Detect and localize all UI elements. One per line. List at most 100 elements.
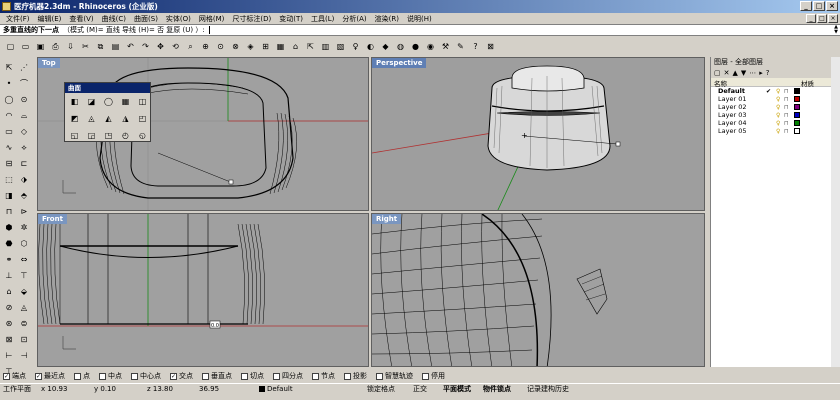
object-properties-icon[interactable]: ▧ [334, 41, 347, 54]
surface-tool-10-icon[interactable]: ◱ [67, 128, 82, 143]
left-tool-36-icon[interactable]: ⊢ [2, 348, 16, 363]
left-tool-34-icon[interactable]: ⊠ [2, 332, 16, 347]
osnap-checkbox[interactable] [273, 372, 280, 380]
layer-color-swatch[interactable] [794, 96, 800, 102]
layer-tool-3-icon[interactable]: ▼ [741, 69, 746, 77]
menu-file[interactable]: 文件(F) [2, 14, 34, 24]
undo-icon[interactable]: ↶ [124, 41, 137, 54]
menu-surface[interactable]: 曲面(S) [130, 14, 162, 24]
menu-tools[interactable]: 工具(L) [307, 14, 338, 24]
left-tool-18-icon[interactable]: ⊓ [2, 204, 16, 219]
osnap-option[interactable]: ✓ 交点 [170, 371, 193, 381]
osnap-option[interactable]: 节点 [312, 371, 335, 381]
help-icon[interactable]: ? [469, 41, 482, 54]
dims-icon[interactable]: ⊠ [484, 41, 497, 54]
column-material[interactable]: 材质 [801, 78, 814, 88]
layer-tool-6-icon[interactable]: ? [766, 69, 770, 77]
surface-palette-title[interactable]: 曲面 [65, 83, 150, 93]
left-tool-21-icon[interactable]: ✲ [17, 220, 31, 235]
layer-visible-icon[interactable]: ♀ [776, 112, 784, 119]
surface-tool-8-icon[interactable]: ◮ [118, 111, 133, 126]
command-line[interactable]: 多重直线的下一点 （模式 (M)= 直线 导线 (H)= 否 复原 (U) ）:… [0, 24, 840, 36]
material-icon[interactable]: ◆ [379, 41, 392, 54]
options-icon[interactable]: ✎ [454, 41, 467, 54]
cut-icon[interactable]: ✂ [79, 41, 92, 54]
left-tool-30-icon[interactable]: ⊘ [2, 300, 16, 315]
osnap-checkbox[interactable]: ✓ [35, 372, 42, 380]
named-view-icon[interactable]: ⌂ [289, 41, 302, 54]
zoom-window-icon[interactable]: ⊕ [199, 41, 212, 54]
zoom-extents-icon[interactable]: ⊙ [214, 41, 227, 54]
grid-icon[interactable]: ⊞ [259, 41, 272, 54]
print-icon[interactable]: ⎙ [49, 41, 62, 54]
osnap-option[interactable]: ✓ 端点 [3, 371, 26, 381]
left-tool-5-icon[interactable]: ⊙ [17, 92, 31, 107]
osnap-checkbox[interactable] [376, 372, 383, 380]
command-options[interactable]: （模式 (M)= 直线 导线 (H)= 否 复原 (U) ）: [63, 25, 205, 35]
command-scroll[interactable]: ▲ ▼ [834, 25, 838, 35]
paste-icon[interactable]: ▤ [109, 41, 122, 54]
doc-restore-button[interactable]: □ [817, 14, 827, 23]
left-tool-32-icon[interactable]: ⊛ [2, 316, 16, 331]
status-planar[interactable]: 平面模式 [440, 384, 480, 394]
left-tool-37-icon[interactable]: ⊣ [17, 348, 31, 363]
layer-lock-icon[interactable]: ⊓ [784, 112, 792, 119]
layer-color-swatch[interactable] [794, 88, 800, 94]
left-tool-20-icon[interactable]: ⬢ [2, 220, 16, 235]
viewport-title-front[interactable]: Front [38, 214, 67, 224]
left-tool-10-icon[interactable]: ∿ [2, 140, 16, 155]
viewport-perspective[interactable]: Perspective + [371, 57, 705, 211]
viewport-title-top[interactable]: Top [38, 58, 60, 68]
doc-minimize-button[interactable]: _ [806, 14, 816, 23]
left-tool-26-icon[interactable]: ⊥ [2, 268, 16, 283]
left-tool-35-icon[interactable]: ⊡ [17, 332, 31, 347]
left-tool-33-icon[interactable]: ⊜ [17, 316, 31, 331]
osnap-checkbox[interactable] [202, 372, 209, 380]
layer-tool-5-icon[interactable]: ▸ [759, 69, 763, 77]
viewport-front[interactable]: Front 0.0 [37, 213, 369, 367]
viewport-title-right[interactable]: Right [372, 214, 402, 224]
status-ortho[interactable]: 正交 [410, 384, 440, 394]
left-tool-0-icon[interactable]: ⇱ [2, 60, 16, 75]
tools-icon[interactable]: ⚒ [439, 41, 452, 54]
layer-visible-icon[interactable]: ♀ [776, 104, 784, 111]
left-tool-15-icon[interactable]: ⬗ [17, 172, 31, 187]
layer-row[interactable]: Layer 05 ♀ ⊓ [711, 127, 840, 135]
layer-row[interactable]: Layer 01 ♀ ⊓ [711, 95, 840, 103]
osnap-checkbox[interactable] [241, 372, 248, 380]
menu-render[interactable]: 渲染(R) [371, 14, 403, 24]
layer-lock-icon[interactable]: ⊓ [784, 104, 792, 111]
osnap-option[interactable]: 中点 [99, 371, 122, 381]
surface-palette[interactable]: 曲面 ◧ ◪ ◯ ▦ ◫ ◩ ◬ ◭ ◮ ◰ ◱ ◲ ◳ ◴ ◵ [64, 82, 151, 142]
osnap-option[interactable]: 停用 [422, 371, 445, 381]
left-tool-17-icon[interactable]: ⬘ [17, 188, 31, 203]
left-tool-29-icon[interactable]: ⬙ [17, 284, 31, 299]
osnap-checkbox[interactable]: ✓ [170, 372, 177, 380]
menu-help[interactable]: 说明(H) [403, 14, 436, 24]
status-osnap[interactable]: 物件锁点 [480, 384, 524, 394]
sphere-render-icon[interactable]: ◉ [424, 41, 437, 54]
osnap-checkbox[interactable] [131, 372, 138, 380]
minimize-button[interactable]: _ [800, 1, 812, 11]
menu-solid[interactable]: 实体(O) [162, 14, 195, 24]
osnap-checkbox[interactable] [312, 372, 319, 380]
left-tool-22-icon[interactable]: ⬣ [2, 236, 16, 251]
osnap-option[interactable]: 四分点 [273, 371, 303, 381]
osnap-option[interactable]: 智慧轨迹 [376, 371, 413, 381]
surface-tool-9-icon[interactable]: ◰ [135, 111, 150, 126]
surface-tool-2-icon[interactable]: ◯ [101, 94, 116, 109]
osnap-checkbox[interactable] [74, 372, 81, 380]
maximize-button[interactable]: □ [813, 1, 825, 11]
layer-visible-icon[interactable]: ♀ [776, 96, 784, 103]
layer-icon[interactable]: ▥ [319, 41, 332, 54]
layer-visible-icon[interactable]: ♀ [776, 128, 784, 135]
color-icon[interactable]: ◍ [394, 41, 407, 54]
layer-row[interactable]: Layer 04 ♀ ⊓ [711, 119, 840, 127]
environment-icon[interactable]: ● [409, 41, 422, 54]
osnap-option[interactable]: 中心点 [131, 371, 161, 381]
osnap-option[interactable]: ✓ 最近点 [35, 371, 65, 381]
osnap-checkbox[interactable] [344, 372, 351, 380]
left-tool-4-icon[interactable]: ◯ [2, 92, 16, 107]
menu-mesh[interactable]: 网格(M) [195, 14, 229, 24]
left-tool-7-icon[interactable]: ⌓ [17, 108, 31, 123]
